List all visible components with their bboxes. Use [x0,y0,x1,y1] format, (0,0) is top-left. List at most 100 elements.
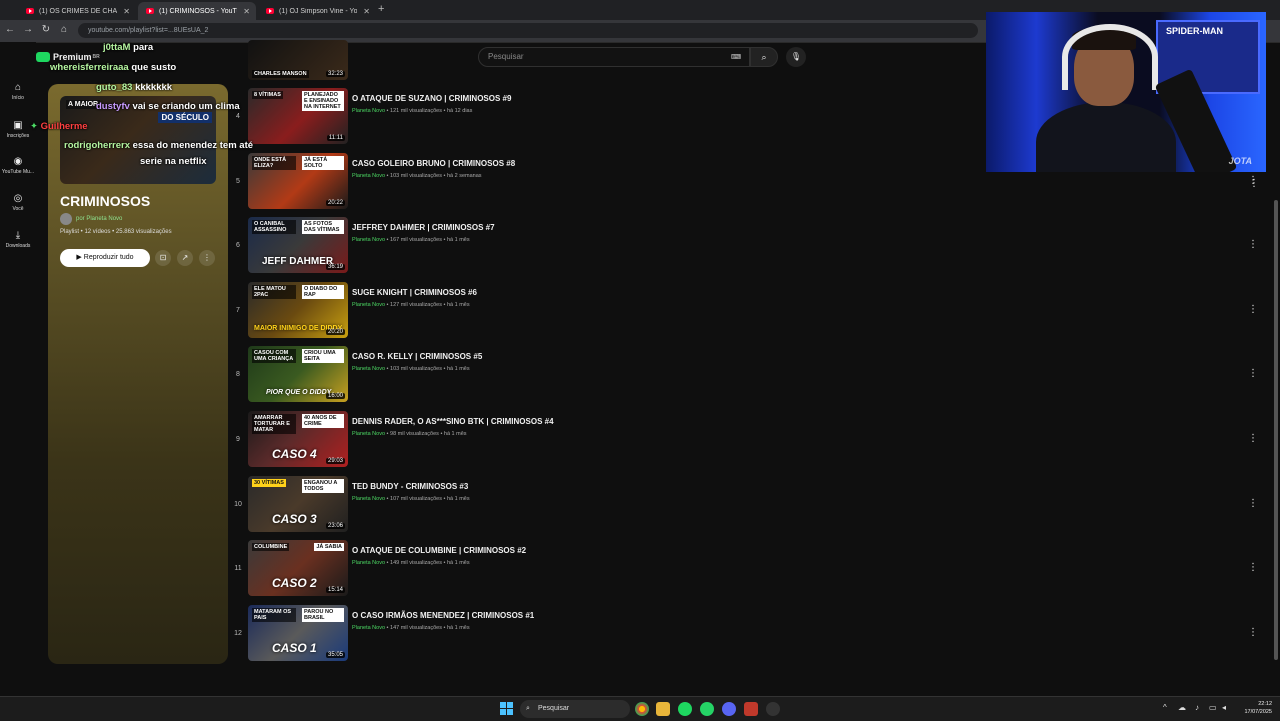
chat-text: que susto [131,62,177,73]
thumbnail-text: DO SÉCULO [158,112,212,123]
volume-icon[interactable]: ◂ [1222,703,1226,712]
more-vert-icon[interactable]: ⋮ [1248,498,1258,509]
app-icon[interactable] [744,702,758,716]
video-title[interactable]: O CASO IRMÃOS MENENDEZ | CRIMINOSOS #1 [352,611,534,620]
video-thumbnail[interactable]: CASOU COM UMA CRIANÇA CRIOU UMA SEITA PI… [248,346,348,402]
channel-link[interactable]: Planeta Novo [352,431,385,437]
whatsapp-icon[interactable] [700,702,714,716]
more-options-button[interactable]: ⋮ [199,250,215,266]
channel-link[interactable]: Planeta Novo [352,237,385,243]
taskbar-search[interactable]: ⌕ Pesquisar [520,700,630,718]
video-row[interactable]: 9 AMARRAR TORTURAR E MATAR 40 ANOS DE CR… [230,411,1270,473]
windows-start-icon[interactable] [500,702,514,716]
video-title[interactable]: CASO GOLEIRO BRUNO | CRIMINOSOS #8 [352,159,515,168]
channel-link[interactable]: Planeta Novo [352,560,385,566]
discord-icon[interactable] [722,702,736,716]
channel-link[interactable]: Planeta Novo [352,625,385,631]
close-tab-icon[interactable]: ✕ [243,7,250,16]
video-stats: 98 mil visualizações • há 1 mês [390,431,467,437]
url-field[interactable]: youtube.com/playlist?list=...8UEsUA_2 [78,23,978,38]
rail-item-you[interactable]: ◎ Você [0,193,36,212]
channel-link[interactable]: Planeta Novo [352,366,385,372]
video-title[interactable]: TED BUNDY - CRIMINOSOS #3 [352,482,468,491]
channel-link[interactable]: Planeta Novo [352,108,385,114]
rail-label: Inscrições [6,133,30,139]
video-title[interactable]: SUGE KNIGHT | CRIMINOSOS #6 [352,288,477,297]
spotify-icon[interactable] [678,702,692,716]
channel-link[interactable]: Planeta Novo [352,302,385,308]
left-rail: ⌂ Início ▣ Inscrições ◉ YouTube Mu... ◎ … [0,42,36,696]
playlist-owner[interactable]: por Planeta Novo [60,213,122,225]
streamer-watermark: JOTA [1228,156,1252,166]
thumbnail-caption: O CANIBAL ASSASSINO [252,220,296,234]
reload-icon[interactable]: ↻ [40,24,52,35]
video-row[interactable]: 8 CASOU COM UMA CRIANÇA CRIOU UMA SEITA … [230,346,1270,408]
video-meta: Planeta Novo • 121 mil visualizações • h… [352,108,473,114]
chat-badge-icon: ✦ [30,121,38,132]
channel-link[interactable]: Planeta Novo [352,496,385,502]
taskbar-clock[interactable]: 22:12 17/07/2025 [1236,700,1272,716]
video-thumbnail[interactable]: COLUMBINE JÁ SABIA CASO 2 15:14 [248,540,348,596]
rail-item-home[interactable]: ⌂ Início [0,82,36,101]
video-thumbnail[interactable]: 30 VÍTIMAS ENGANOU A TODOS CASO 3 23:06 [248,476,348,532]
video-row[interactable]: 7 ELE MATOU 2PAC O DIABO DO RAP MAIOR IN… [230,282,1270,344]
chevron-up-icon[interactable]: ^ [1163,703,1167,712]
more-vert-icon[interactable]: ⋮ [1248,368,1258,379]
video-thumbnail[interactable]: ELE MATOU 2PAC O DIABO DO RAP MAIOR INIM… [248,282,348,338]
video-row[interactable]: 6 O CANIBAL ASSASSINO AS FOTOS DAS VÍTIM… [230,217,1270,279]
share-button[interactable]: ↗ [177,250,193,266]
rail-item-youtube-music[interactable]: ◉ YouTube Mu... [0,156,36,175]
more-vert-icon[interactable]: ⋮ [1249,178,1259,189]
video-title[interactable]: O ATAQUE DE COLUMBINE | CRIMINOSOS #2 [352,546,526,555]
new-tab-button[interactable]: + [378,3,384,15]
chat-text: vai se criando um clima [132,101,240,112]
forward-icon[interactable]: → [22,24,34,35]
file-explorer-icon[interactable] [656,702,670,716]
youtube-logo[interactable]: Premium BR [36,52,100,62]
video-thumbnail[interactable]: ONDE ESTÁ ELIZA? JÁ ESTÁ SOLTO 20:22 [248,153,348,209]
rail-label: Início [12,95,24,101]
page-scrollbar[interactable] [1274,200,1278,660]
owner-label: por Planeta Novo [76,216,123,222]
video-title[interactable]: JEFFREY DAHMER | CRIMINOSOS #7 [352,223,495,232]
save-playlist-button[interactable]: ⊡ [155,250,171,266]
video-title[interactable]: DENNIS RADER, O AS***SINO BTK | CRIMINOS… [352,417,554,426]
youtube-favicon-icon [266,8,274,14]
cloud-icon[interactable]: ☁ [1178,703,1186,712]
more-vert-icon[interactable]: ⋮ [1248,627,1258,638]
network-icon[interactable]: ▭ [1209,703,1217,712]
tab-criminosos[interactable]: (1) CRIMINOSOS - YouTube ✕ [138,2,256,20]
streamer-body [1036,102,1176,172]
chrome-icon[interactable] [635,702,649,716]
home-browser-icon[interactable]: ⌂ [58,24,70,35]
more-vert-icon[interactable]: ⋮ [1248,239,1258,250]
video-title[interactable]: CASO R. KELLY | CRIMINOSOS #5 [352,352,482,361]
rail-item-downloads[interactable]: ⤓ Downloads [0,230,36,249]
tab-oj-simpson[interactable]: (1) OJ Simpson Vine - YouTube ✕ [258,2,376,20]
play-icon: ▶ [76,254,82,261]
duration-badge: 15:14 [325,587,345,593]
video-row[interactable]: 11 COLUMBINE JÁ SABIA CASO 2 15:14 O ATA… [230,540,1270,602]
more-vert-icon[interactable]: ⋮ [1248,433,1258,444]
close-tab-icon[interactable]: ✕ [363,7,370,16]
close-tab-icon[interactable]: ✕ [123,7,130,16]
thumbnail-caption: PAROU NO BRASIL [302,608,344,622]
channel-link[interactable]: Planeta Novo [352,173,385,179]
back-icon[interactable]: ← [4,24,16,35]
microphone-icon[interactable]: ♪ [1195,703,1199,712]
video-title[interactable]: O ATAQUE DE SUZANO | CRIMINOSOS #9 [352,94,511,103]
video-thumbnail[interactable]: MATARAM OS PAIS PAROU NO BRASIL CASO 1 3… [248,605,348,661]
video-thumbnail[interactable]: CHARLES MANSON 32:23 [248,40,348,80]
obs-icon[interactable] [766,702,780,716]
video-thumbnail[interactable]: AMARRAR TORTURAR E MATAR 40 ANOS DE CRIM… [248,411,348,467]
tab-charles[interactable]: (1) OS CRIMES DE CHARLES MA ✕ [18,2,136,20]
more-vert-icon[interactable]: ⋮ [1248,304,1258,315]
more-vert-icon[interactable]: ⋮ [1248,562,1258,573]
video-row[interactable]: 12 MATARAM OS PAIS PAROU NO BRASIL CASO … [230,605,1270,667]
windows-taskbar: ⌕ Pesquisar ^ ☁ ♪ ▭ ◂ 22:12 17/07/2025 [0,696,1280,721]
video-thumbnail[interactable]: O CANIBAL ASSASSINO AS FOTOS DAS VÍTIMAS… [248,217,348,273]
video-thumbnail[interactable]: 8 VÍTIMAS PLANEJADO E ENSINADO NA INTERN… [248,88,348,144]
video-row[interactable]: 10 30 VÍTIMAS ENGANOU A TODOS CASO 3 23:… [230,476,1270,538]
play-all-button[interactable]: ▶ Reproduzir tudo [60,249,150,267]
video-meta: Planeta Novo • 103 mil visualizações • h… [352,366,470,372]
